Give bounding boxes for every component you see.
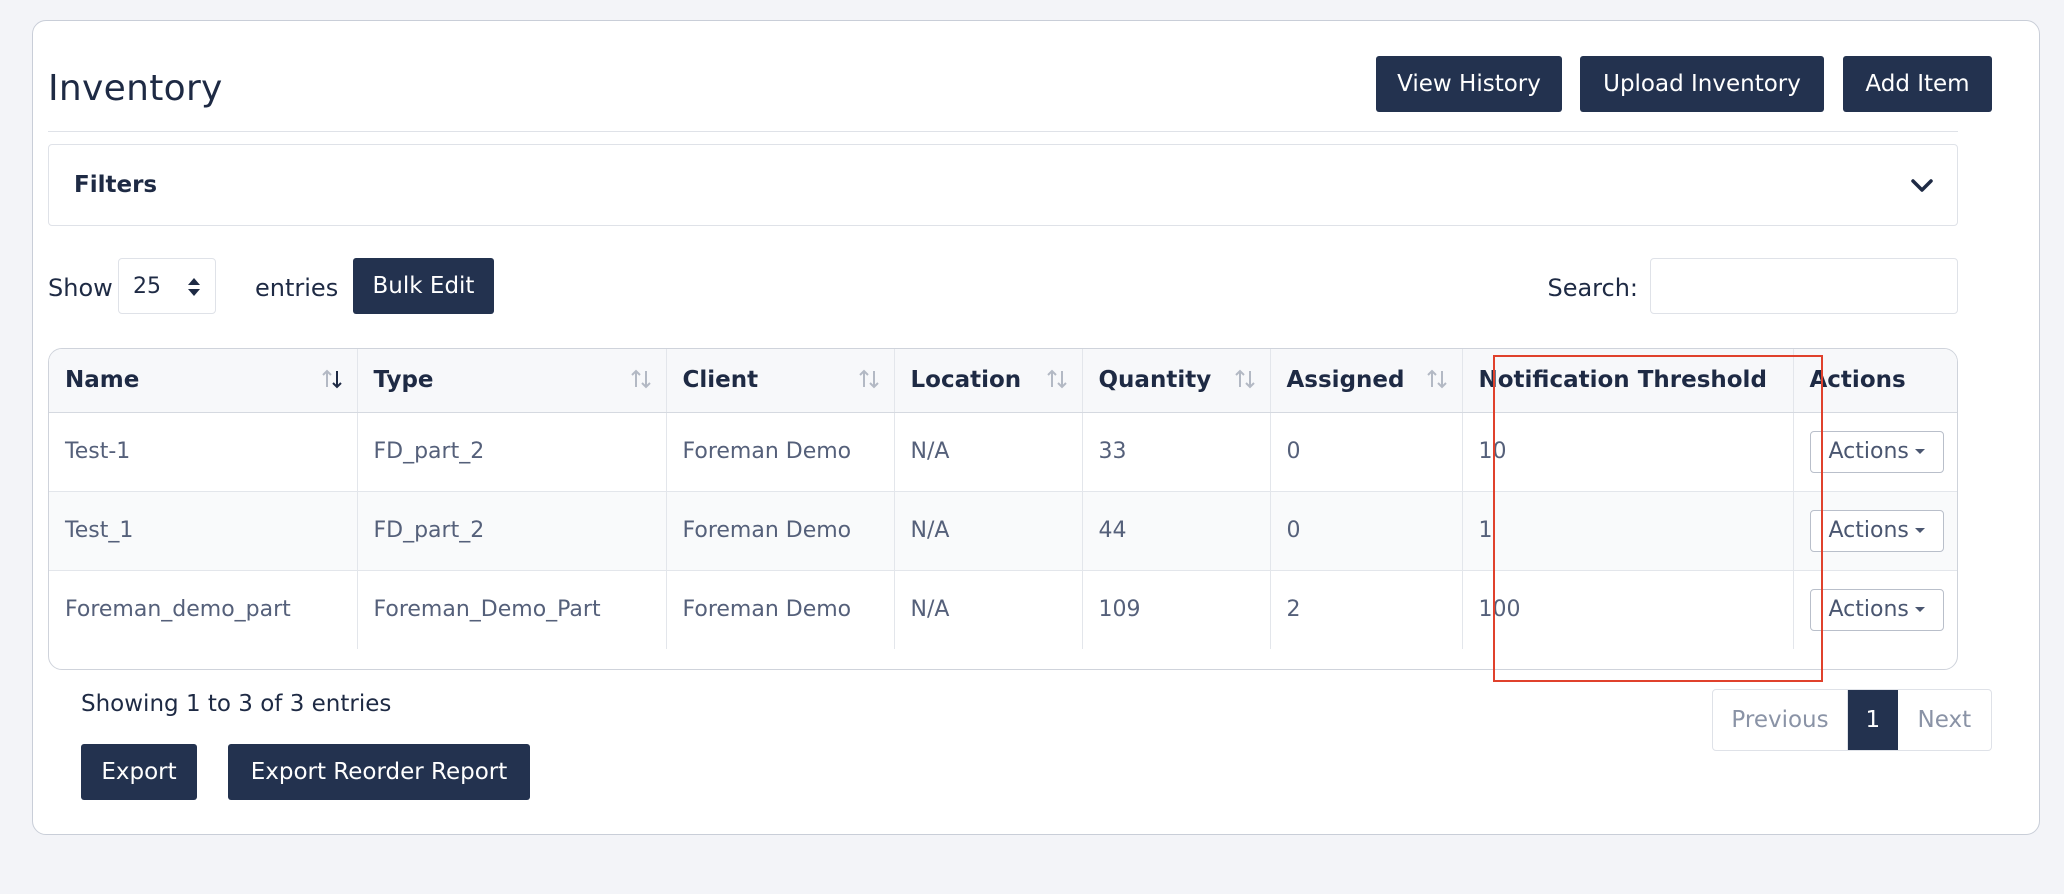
export-reorder-report-button[interactable]: Export Reorder Report [228, 744, 530, 800]
cell-actions: Actions [1793, 570, 1957, 649]
column-header-quantity[interactable]: Quantity [1082, 349, 1271, 413]
cell-assigned: 2 [1270, 570, 1463, 649]
sort-icon [1234, 369, 1255, 389]
entries-info: Showing 1 to 3 of 3 entries [81, 691, 392, 717]
cell-client: Foreman Demo [666, 491, 895, 571]
column-header-client[interactable]: Client [666, 349, 895, 413]
cell-actions: Actions [1793, 491, 1957, 571]
pagination: Previous 1 Next [1712, 689, 1992, 751]
column-header-location[interactable]: Location [894, 349, 1083, 413]
page-title: Inventory [48, 68, 223, 109]
column-header-type[interactable]: Type [357, 349, 667, 413]
cell-assigned: 0 [1270, 412, 1463, 492]
search-input[interactable] [1650, 258, 1958, 314]
sort-icon [858, 369, 879, 389]
column-header-notification-threshold: Notification Threshold [1462, 349, 1794, 413]
cell-actions: Actions [1793, 412, 1957, 492]
pagination-page-1[interactable]: 1 [1848, 690, 1898, 750]
sort-desc-icon [321, 369, 342, 389]
cell-quantity: 44 [1082, 491, 1271, 571]
cell-threshold: 100 [1462, 570, 1794, 649]
sort-icon [1426, 369, 1447, 389]
column-header-name[interactable]: Name [49, 349, 358, 413]
sort-icon [630, 369, 651, 389]
cell-client: Foreman Demo [666, 412, 895, 492]
table-row: Test_1 FD_part_2 Foreman Demo N/A 44 0 1… [49, 491, 1957, 571]
actions-dropdown-button[interactable]: Actions [1809, 588, 1944, 631]
table-row: Test-1 FD_part_2 Foreman Demo N/A 33 0 1… [49, 412, 1957, 492]
bulk-edit-button[interactable]: Bulk Edit [353, 258, 494, 314]
cell-name: Test-1 [49, 412, 358, 492]
table-controls: Show 25 entries Bulk Edit Search: [48, 258, 1958, 318]
sort-arrows-icon [188, 278, 200, 296]
pagination-next[interactable]: Next [1898, 690, 1991, 750]
column-header-actions: Actions [1793, 349, 1957, 413]
entries-select-value: 25 [133, 274, 161, 299]
cell-threshold: 1 [1462, 491, 1794, 571]
cell-location: N/A [894, 570, 1083, 649]
cell-assigned: 0 [1270, 491, 1463, 571]
caret-down-icon [1914, 449, 1925, 454]
column-header-assigned[interactable]: Assigned [1270, 349, 1463, 413]
entries-select[interactable]: 25 [118, 258, 216, 314]
cell-type: FD_part_2 [357, 412, 667, 492]
chevron-down-icon[interactable] [1909, 173, 1935, 199]
cell-location: N/A [894, 412, 1083, 492]
page-header: Inventory View History Upload Inventory … [48, 34, 1992, 132]
upload-inventory-button[interactable]: Upload Inventory [1580, 56, 1824, 112]
cell-type: FD_part_2 [357, 491, 667, 571]
actions-dropdown-button[interactable]: Actions [1809, 509, 1944, 552]
cell-quantity: 109 [1082, 570, 1271, 649]
export-button[interactable]: Export [81, 744, 197, 800]
caret-down-icon [1914, 528, 1925, 533]
cell-quantity: 33 [1082, 412, 1271, 492]
inventory-table: Name Type Client Location Quantity Assig… [48, 348, 1958, 670]
caret-down-icon [1914, 607, 1925, 613]
cell-type: Foreman_Demo_Part [357, 570, 667, 649]
table-row: Foreman_demo_part Foreman_Demo_Part Fore… [49, 570, 1957, 649]
sort-icon [1046, 369, 1067, 389]
add-item-button[interactable]: Add Item [1843, 56, 1992, 112]
entries-label: entries [255, 274, 339, 302]
search-label: Search: [1547, 274, 1638, 302]
show-label: Show [48, 274, 113, 302]
cell-client: Foreman Demo [666, 570, 895, 649]
cell-name: Test_1 [49, 491, 358, 571]
cell-threshold: 10 [1462, 412, 1794, 492]
cell-name: Foreman_demo_part [49, 570, 358, 649]
filters-label: Filters [74, 172, 158, 198]
view-history-button[interactable]: View History [1376, 56, 1562, 112]
pagination-previous[interactable]: Previous [1713, 690, 1849, 750]
actions-dropdown-button[interactable]: Actions [1809, 430, 1944, 473]
filters-panel[interactable]: Filters [48, 144, 1958, 226]
cell-location: N/A [894, 491, 1083, 571]
